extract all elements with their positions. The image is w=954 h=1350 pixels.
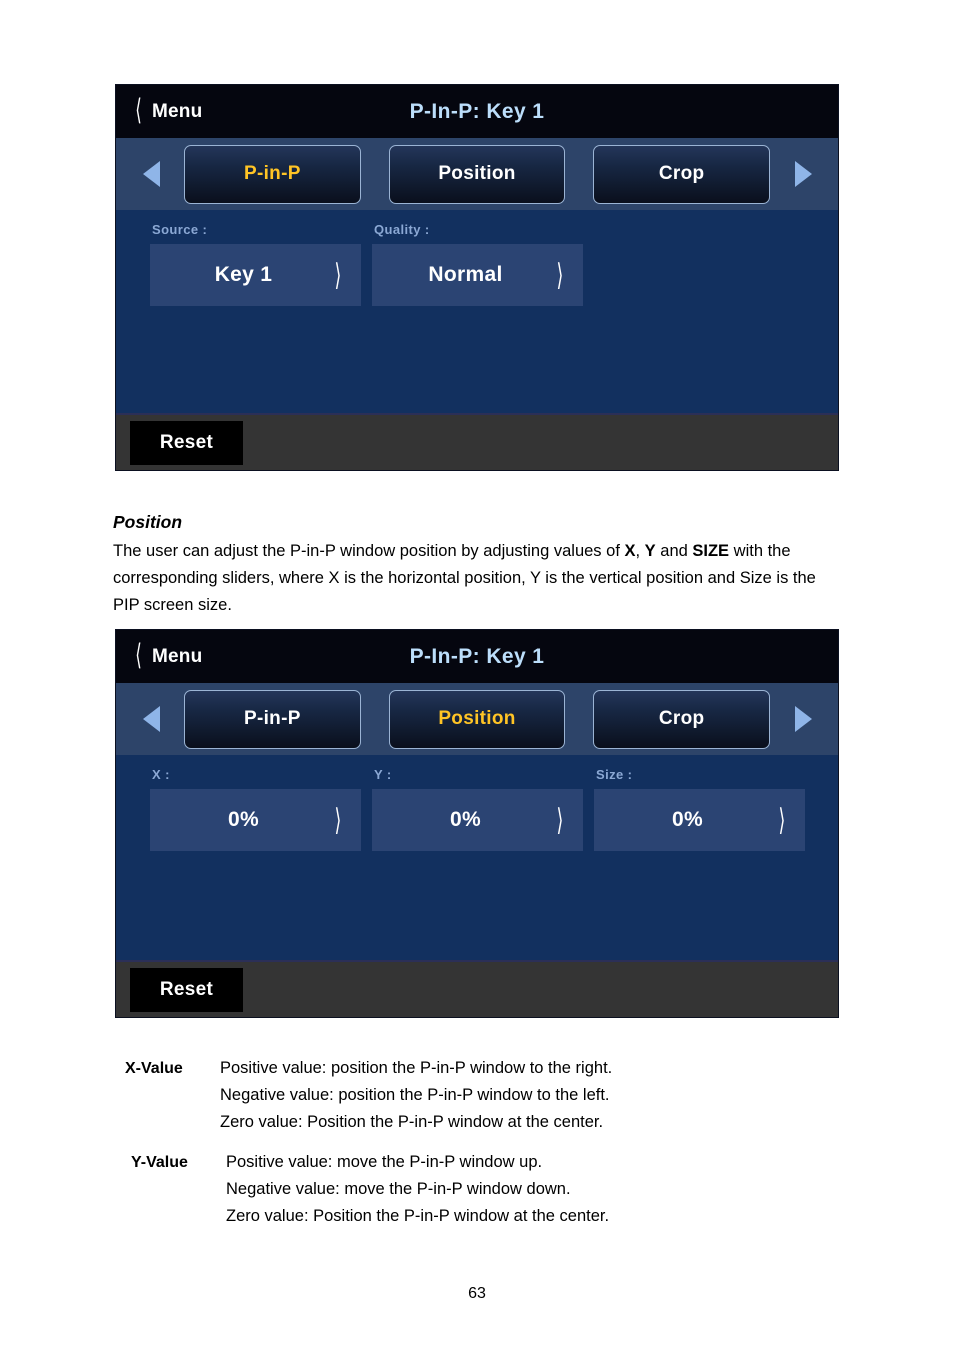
panel1-menu-label: Menu [151,100,203,122]
section-heading: Position [113,512,183,532]
panel1-quality-value: Normal [428,263,503,286]
panel1-tab-position[interactable]: Position [388,144,566,204]
panel1-content: Source : Key 1 ⟩ Quality : Normal ⟩ [116,210,838,413]
page-number: 63 [468,1285,486,1302]
panel1-source-label: Source : [152,222,208,237]
chevron-left-icon: ⟨ [135,94,142,128]
panel2-tab-pinp[interactable]: P-in-P [184,689,361,749]
definition-line: Zero value: Position the P-in-P window a… [220,1113,604,1131]
panel1-footer: Reset [116,413,838,470]
panel2-size-label: Size : [596,767,633,782]
panel2-x-value: 0% [228,808,259,831]
paragraph-run-0: The user can adjust the P-in-P window po… [113,542,625,560]
device-panel-pinp: ⟨ Menu P-In-P: Key 1 P-in-P Position Cro… [116,85,838,470]
panel2-menu-back-button[interactable]: ⟨ Menu [134,639,203,673]
panel1-tab-row: P-in-P Position Crop [116,138,838,210]
panel2-prev-arrow-button[interactable] [118,706,184,732]
paragraph-run-3: Y [644,542,656,560]
panel2-reset-button[interactable]: Reset [130,967,243,1012]
panel2-field-row: X : 0% ⟩ Y : 0% ⟩ Size : 0% ⟩ [116,755,838,851]
chevron-right-icon: ⟩ [334,257,342,293]
panel1-source-value-button[interactable]: Key 1 ⟩ [150,244,361,306]
triangle-right-icon [794,161,812,187]
panel1-field-quality: Quality : Normal ⟩ [372,222,583,306]
triangle-left-icon [142,706,160,732]
paragraph-run-4: and [655,542,693,560]
definition-line: Negative value: move the P-in-P window d… [226,1180,571,1198]
panel2-tab-position[interactable]: Position [388,689,566,749]
panel1-title: P-In-P: Key 1 [409,99,545,123]
definition-line: Positive value: position the P-in-P wind… [220,1059,613,1077]
panel2-titlebar: ⟨ Menu P-In-P: Key 1 [116,630,838,683]
panel1-titlebar: ⟨ Menu P-In-P: Key 1 [116,85,838,138]
panel2-content: X : 0% ⟩ Y : 0% ⟩ Size : 0% ⟩ [116,755,838,960]
panel1-quality-label: Quality : [374,222,430,237]
paragraph-run-5: SIZE [692,542,730,560]
panel2-size-value-button[interactable]: 0% ⟩ [594,789,805,851]
definition-term: Y-Value [131,1154,188,1171]
definition-block: Y-Value Positive value: move the P-in-P w… [125,1149,855,1230]
panel2-tabs: P-in-P Position Crop [184,683,771,755]
panel1-tab-pinp[interactable]: P-in-P [184,144,361,204]
panel2-size-value: 0% [672,808,703,831]
panel1-next-arrow-button[interactable] [770,161,836,187]
panel1-prev-arrow-button[interactable] [118,161,184,187]
paragraph-run-1: X [624,542,636,560]
triangle-left-icon [142,161,160,187]
panel1-menu-back-button[interactable]: ⟨ Menu [134,94,203,128]
panel2-x-value-button[interactable]: 0% ⟩ [150,789,361,851]
panel2-tab-row: P-in-P Position Crop [116,683,838,755]
device-panel-position: ⟨ Menu P-In-P: Key 1 P-in-P Position Cro… [116,630,838,1017]
definition-line: Negative value: position the P-in-P wind… [220,1086,610,1104]
definition-lines: Positive value: position the P-in-P wind… [220,1055,612,1136]
panel1-tabs: P-in-P Position Crop [184,138,771,210]
chevron-right-icon: ⟩ [556,802,564,838]
chevron-right-icon: ⟩ [556,257,564,293]
chevron-right-icon: ⟩ [778,802,786,838]
panel2-x-label: X : [152,767,170,782]
paragraph-run-2: , [635,542,645,560]
triangle-right-icon [794,706,812,732]
definition-lines: Positive value: move the P-in-P window u… [226,1149,609,1230]
position-section: Position The user can adjust the P-in-P … [113,512,843,619]
panel2-y-value: 0% [450,808,481,831]
chevron-left-icon: ⟨ [135,639,142,673]
value-definitions: X-Value Positive value: position the P-in… [125,1055,855,1243]
panel2-field-x: X : 0% ⟩ [150,767,361,851]
definition-line: Zero value: Position the P-in-P window a… [226,1207,610,1225]
panel1-source-value: Key 1 [214,263,273,286]
panel2-footer: Reset [116,960,838,1017]
panel1-tab-crop[interactable]: Crop [593,144,771,204]
section-paragraph: The user can adjust the P-in-P window po… [113,538,843,619]
panel1-quality-value-button[interactable]: Normal ⟩ [372,244,583,306]
panel2-field-y: Y : 0% ⟩ [372,767,583,851]
panel1-field-source: Source : Key 1 ⟩ [150,222,361,306]
panel1-reset-button[interactable]: Reset [130,420,243,465]
panel2-title: P-In-P: Key 1 [409,644,545,668]
panel2-field-size: Size : 0% ⟩ [594,767,805,851]
panel2-next-arrow-button[interactable] [770,706,836,732]
panel1-field-row: Source : Key 1 ⟩ Quality : Normal ⟩ [116,210,838,306]
panel2-menu-label: Menu [151,645,203,667]
panel2-y-label: Y : [374,767,392,782]
definition-block: X-Value Positive value: position the P-in… [125,1055,855,1136]
definition-term: X-Value [125,1060,183,1077]
definition-line: Positive value: move the P-in-P window u… [226,1153,543,1171]
panel2-tab-crop[interactable]: Crop [593,689,771,749]
chevron-right-icon: ⟩ [334,802,342,838]
panel2-y-value-button[interactable]: 0% ⟩ [372,789,583,851]
